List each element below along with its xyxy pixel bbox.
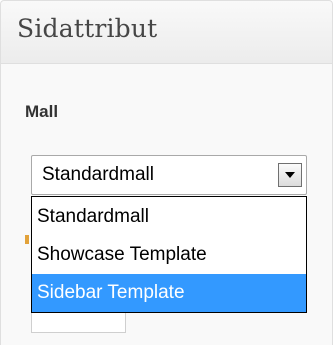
template-select[interactable]: Standardmall [31,155,307,195]
dropdown-option-standardmall[interactable]: Standardmall [32,198,306,236]
panel-header[interactable]: Sidattribut [1,1,332,64]
dropdown-option-sidebar-template[interactable]: Sidebar Template [32,274,306,312]
template-select-value: Standardmall [42,164,154,185]
template-dropdown-list: Standardmall Showcase Template Sidebar T… [31,196,307,313]
page-attributes-panel: Sidattribut Mall Standardmall Standardma… [0,0,333,345]
chevron-down-icon[interactable] [278,163,302,187]
hidden-field-marker [25,235,29,244]
dropdown-option-showcase-template[interactable]: Showcase Template [32,236,306,274]
template-label: Mall [25,102,59,121]
panel-title: Sidattribut [17,14,158,43]
